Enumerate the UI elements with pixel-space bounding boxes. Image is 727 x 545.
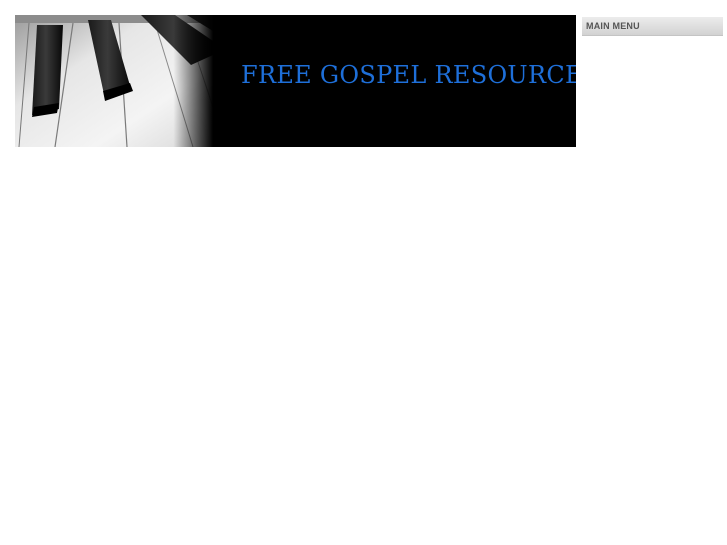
site-title: FREE GOSPEL RESOURCE: [241, 61, 576, 89]
main-menu-label: MAIN MENU: [586, 21, 640, 31]
page: FREE GOSPEL RESOURCE MAIN MENU: [0, 0, 727, 545]
main-menu-header: MAIN MENU: [582, 17, 723, 36]
piano-keys-image: [15, 15, 213, 147]
header-banner: FREE GOSPEL RESOURCE: [15, 15, 576, 147]
